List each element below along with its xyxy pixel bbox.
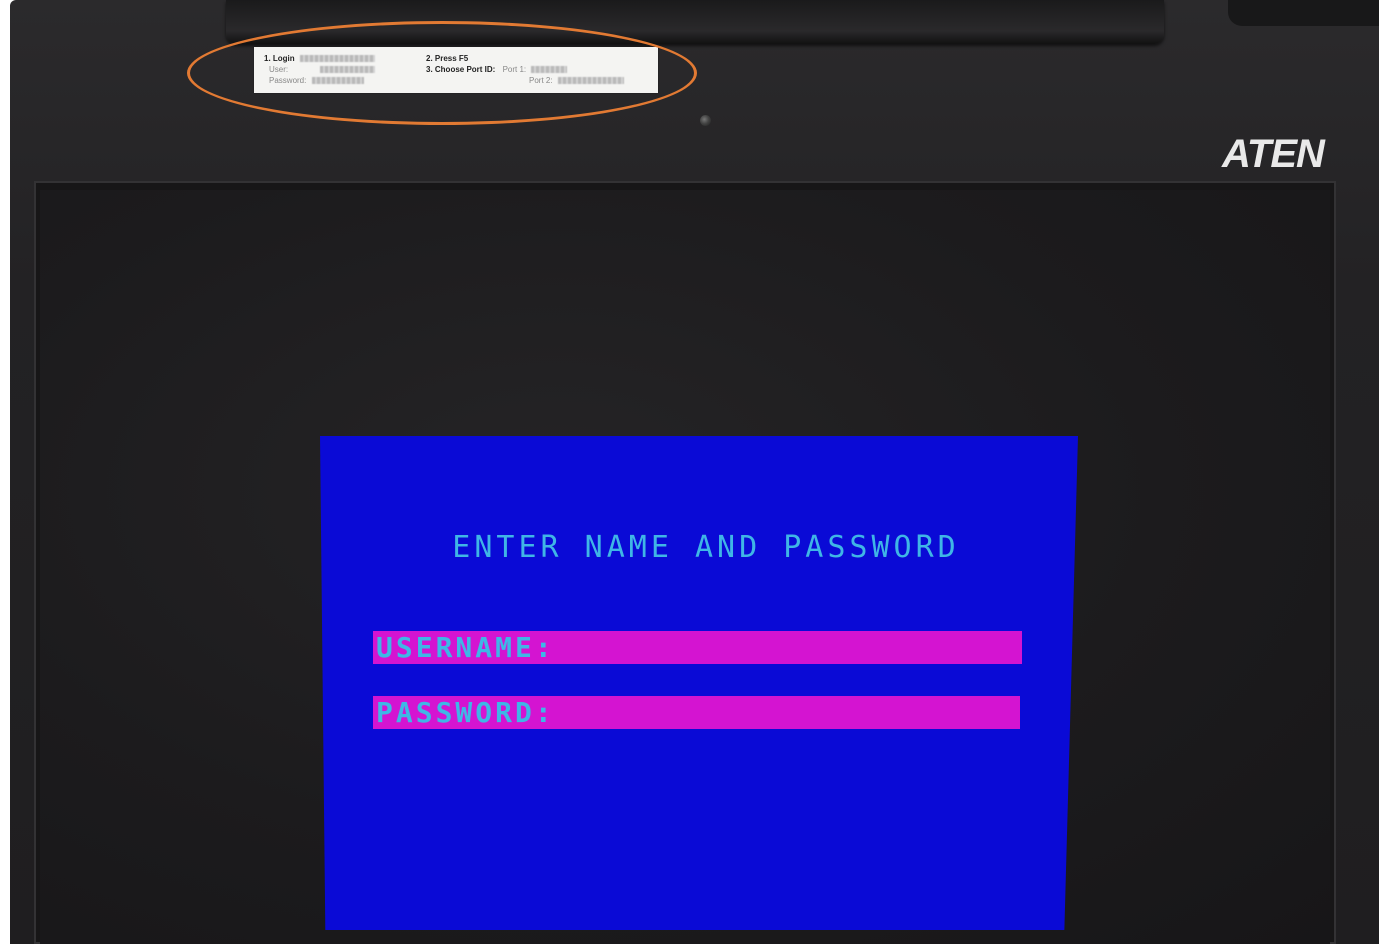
highlight-ring: [187, 21, 697, 125]
username-field[interactable]: USERNAME:: [373, 631, 1022, 664]
hinge-latch: [1228, 0, 1379, 26]
password-field[interactable]: PASSWORD:: [373, 696, 1020, 729]
aten-logo: ATEN: [1222, 132, 1325, 176]
login-screen: ENTER NAME AND PASSWORD USERNAME: PASSWO…: [320, 436, 1078, 930]
login-title: ENTER NAME AND PASSWORD: [452, 530, 960, 565]
bezel-screw: [700, 115, 711, 126]
